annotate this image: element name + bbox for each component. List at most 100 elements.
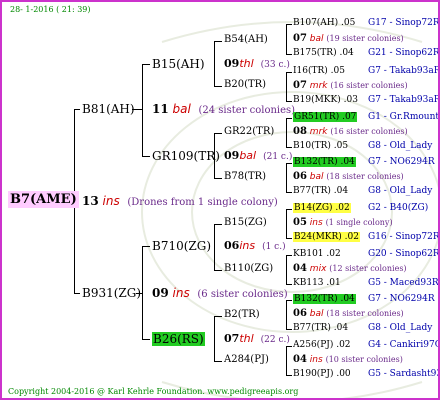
parent-2-info: 09 ins (6 sister colonies) [152, 286, 288, 300]
gggp-queen[interactable]: B24(MKR) .02 [293, 232, 360, 242]
gggp-queen[interactable]: KB101 .02 [293, 250, 341, 259]
connector [286, 300, 292, 301]
connector [214, 316, 222, 317]
root-info: 13 ins (Drones from 1 single colony) [82, 194, 278, 208]
connector [142, 246, 150, 247]
connector [214, 178, 222, 179]
connector [286, 163, 287, 193]
gggp-origin: G16 - Sinop72R [368, 232, 440, 242]
gggp-queen[interactable]: KB113 .01 [293, 279, 341, 288]
connector [286, 238, 292, 239]
gggp-origin: G1 - Gr.Rmounta [368, 112, 440, 122]
connector [142, 246, 143, 340]
gggp-drone-info: 07 mrk (16 sister colonies) [293, 80, 408, 91]
gggp-queen[interactable]: A256(PJ) .02 [293, 341, 351, 350]
parent-1-info: 11 bal (24 sister colonies) [152, 102, 296, 116]
grandparent-queen-4[interactable]: B26(RS) [152, 332, 205, 346]
connector [214, 270, 222, 271]
gggp-origin: G8 - Old_Lady [368, 186, 433, 196]
gggp-origin: G4 - Cankiri97Q [368, 340, 440, 350]
connector [286, 72, 292, 73]
connector [142, 156, 150, 157]
grandparent-queen-3[interactable]: B710(ZG) [152, 240, 211, 252]
gggp-drone-info: 04 ins (10 sister colonies) [293, 354, 403, 365]
gggp-queen[interactable]: B175(TR) .04 [293, 49, 354, 58]
gggp-origin: G7 - NO6294R [368, 157, 435, 167]
connector [286, 300, 287, 330]
connector [286, 192, 292, 193]
gggp-origin: G2 - B40(ZG) [368, 203, 429, 213]
ggp-queen[interactable]: GR22(TR) [224, 127, 274, 137]
connector [214, 41, 215, 87]
connector [286, 255, 292, 256]
connector [142, 339, 150, 340]
gggp-queen[interactable]: B14(ZG) .02 [293, 203, 351, 213]
connector [74, 293, 80, 294]
ggp-queen[interactable]: A284(PJ) [224, 355, 269, 365]
grandparent-2-info: 09bal (21 c.) [224, 149, 293, 162]
gggp-drone-info: 06 bal (18 sister colonies) [293, 171, 404, 182]
gggp-origin: G7 - Takab93aR [368, 95, 440, 105]
grandparent-queen-1[interactable]: B15(AH) [152, 58, 205, 70]
gggp-queen[interactable]: B10(TR) .05 [293, 142, 348, 151]
gggp-queen[interactable]: B77(TR) .04 [293, 187, 348, 196]
footer-copyright: Copyright 2004-2016 @ Karl Kehrle Founda… [8, 387, 299, 396]
connector [286, 209, 292, 210]
connector [214, 316, 215, 362]
connector [214, 86, 222, 87]
connector [286, 375, 292, 376]
ggp-queen[interactable]: B110(ZG) [224, 264, 273, 274]
connector [286, 329, 292, 330]
grandparent-1-info: 09thl (33 c.) [224, 57, 290, 70]
connector [286, 118, 287, 148]
connector [286, 101, 292, 102]
connector [286, 346, 292, 347]
connector [286, 147, 292, 148]
gggp-drone-info: 08 mrk (16 sister colonies) [293, 126, 408, 137]
gggp-queen[interactable]: I16(TR) .05 [293, 67, 345, 76]
connector [286, 72, 287, 102]
parent-queen-1[interactable]: B81(AH) [82, 103, 135, 115]
grandparent-4-info: 07thl (22 c.) [224, 332, 290, 345]
connector [286, 209, 287, 239]
ggp-queen[interactable]: B20(TR) [224, 80, 266, 90]
ggp-queen[interactable]: B2(TR) [224, 310, 260, 320]
gggp-drone-info: 06 bal (18 sister colonies) [293, 308, 404, 319]
grandparent-queen-2[interactable]: GR109(TR) [152, 150, 220, 162]
gggp-drone-info: 04 mix (12 sister colonies) [293, 263, 407, 274]
connector [142, 64, 150, 65]
gggp-origin: G8 - Old_Lady [368, 141, 433, 151]
ggp-queen[interactable]: B15(ZG) [224, 218, 267, 228]
connector [214, 41, 222, 42]
connector [286, 24, 292, 25]
connector [286, 118, 292, 119]
gggp-queen[interactable]: GR51(TR) .07 [293, 112, 358, 122]
header-date: 28- 1-2016 ( 21: 39) [10, 5, 91, 14]
connector [286, 163, 292, 164]
connector [214, 224, 222, 225]
root-queen[interactable]: B7(AME) [8, 191, 79, 208]
gggp-origin: G5 - Sardasht93R [368, 369, 438, 379]
gggp-origin: G21 - Sinop62R [368, 48, 440, 58]
parent-queen-2[interactable]: B931(ZG) [82, 287, 141, 299]
gggp-queen[interactable]: B107(AH) .05 [293, 19, 355, 28]
gggp-origin: G7 - NO6294R [368, 294, 435, 304]
connector [286, 346, 287, 376]
connector [214, 224, 215, 271]
gggp-origin: G8 - Old_Lady [368, 323, 433, 333]
ggp-queen[interactable]: B54(AH) [224, 35, 268, 45]
gggp-queen[interactable]: B19(MKK) .03 [293, 96, 358, 105]
gggp-queen[interactable]: B77(TR) .04 [293, 324, 348, 333]
gggp-queen[interactable]: B132(TR) .04 [293, 294, 356, 304]
grandparent-3-info: 06ins (1 c.) [224, 239, 286, 252]
gggp-queen[interactable]: B190(PJ) .00 [293, 370, 351, 379]
gggp-queen[interactable]: B132(TR) .04 [293, 157, 356, 167]
gggp-origin: G7 - Takab93aR [368, 66, 440, 76]
connector [214, 133, 222, 134]
connector [286, 284, 292, 285]
ggp-queen[interactable]: B78(TR) [224, 172, 266, 182]
gggp-origin: G5 - Maced93R [368, 278, 439, 288]
connector [286, 54, 292, 55]
connector [286, 255, 287, 285]
gggp-drone-info: 07 bal (19 sister colonies) [293, 33, 404, 44]
